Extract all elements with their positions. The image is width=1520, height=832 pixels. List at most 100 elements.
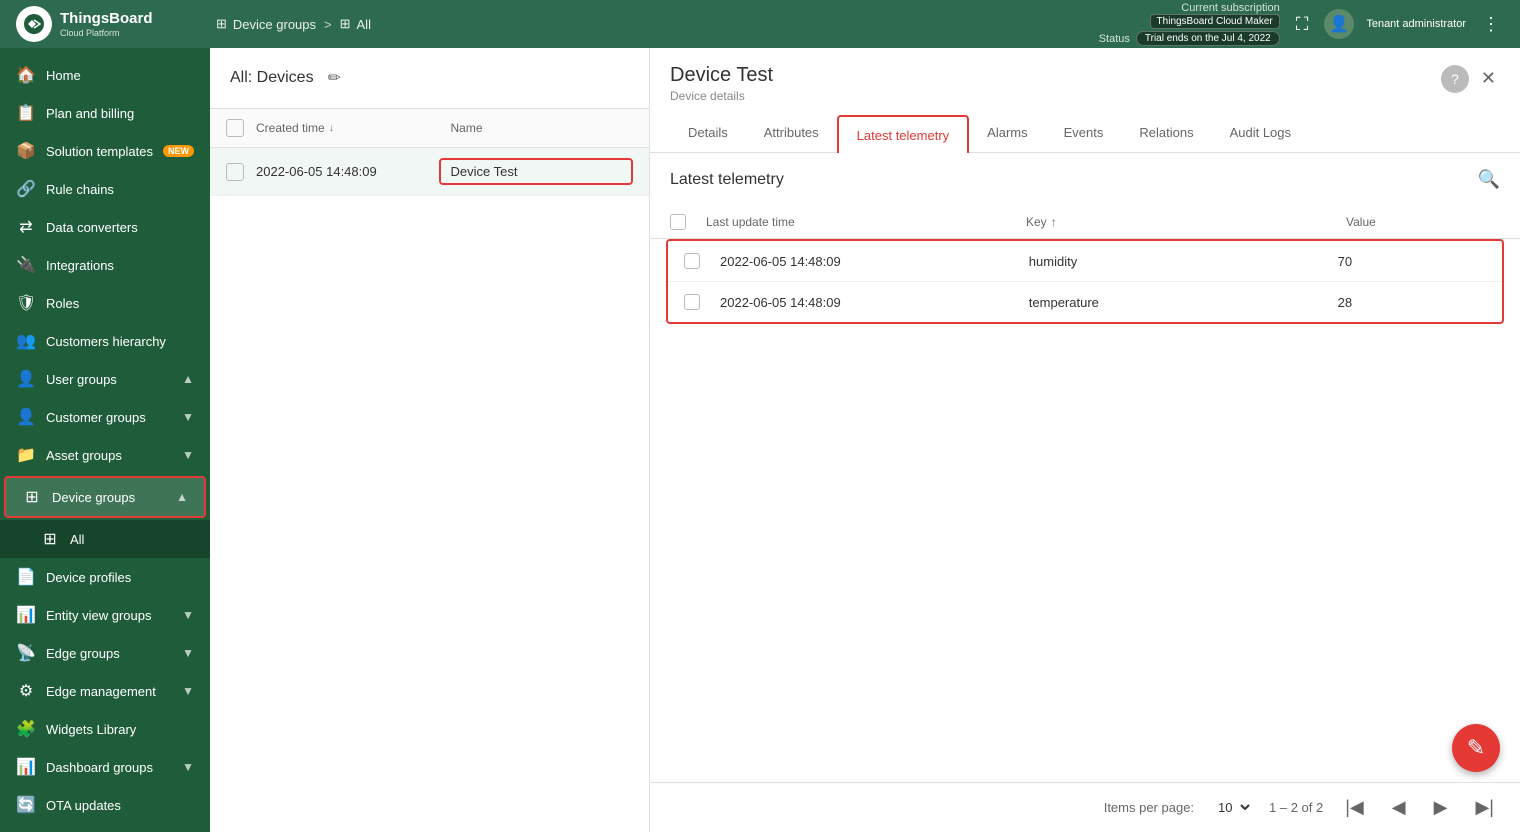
dashboard-groups-label: Dashboard groups xyxy=(46,760,172,775)
sidebar-item-home[interactable]: 🏠 Home xyxy=(0,56,210,94)
sidebar-item-solution-templates[interactable]: 📦 Solution templates NEW xyxy=(0,132,210,170)
logo-area: ThingsBoard Cloud Platform xyxy=(16,6,216,42)
tel-select-all-checkbox[interactable] xyxy=(670,214,686,230)
solution-templates-label: Solution templates xyxy=(46,144,153,159)
first-page-button[interactable]: |◀ xyxy=(1339,795,1370,820)
tel-value-1: 70 xyxy=(1338,254,1486,269)
sidebar-item-device-groups[interactable]: ⊞ Device groups ▲ xyxy=(4,476,206,518)
tel-row-check-2[interactable] xyxy=(684,294,708,310)
telemetry-row[interactable]: 2022-06-05 14:48:09 temperature 28 xyxy=(668,282,1502,322)
sidebar-item-edge-groups[interactable]: 📡 Edge groups ▼ xyxy=(0,634,210,672)
home-icon: 🏠 xyxy=(16,65,36,85)
detail-header: Device Test Device details ? ✕ Details A… xyxy=(650,48,1520,153)
device-list-panel: All: Devices ✏ Created time ↓ Name 2022-… xyxy=(210,48,650,832)
col-key-header: Key ↑ xyxy=(1026,215,1334,229)
row-checkbox[interactable] xyxy=(226,163,244,181)
tab-events[interactable]: Events xyxy=(1046,115,1122,152)
table-row[interactable]: 2022-06-05 14:48:09 Device Test xyxy=(210,148,649,196)
asset-groups-icon: 📁 xyxy=(16,445,36,465)
detail-title-row: Device Test Device details ? ✕ xyxy=(670,64,1500,103)
avatar[interactable]: 👤 xyxy=(1324,9,1354,39)
rule-chains-icon: 🔗 xyxy=(16,179,36,199)
asset-groups-label: Asset groups xyxy=(46,448,172,463)
sidebar-item-entity-view-groups[interactable]: 📊 Entity view groups ▼ xyxy=(0,596,210,634)
asset-groups-arrow: ▼ xyxy=(182,448,194,462)
plan-billing-label: Plan and billing xyxy=(46,106,194,121)
main-layout: 🏠 Home 📋 Plan and billing 📦 Solution tem… xyxy=(0,48,1520,832)
per-page-select[interactable]: 10 25 50 xyxy=(1210,797,1253,818)
tab-alarms[interactable]: Alarms xyxy=(969,115,1045,152)
user-groups-icon: 👤 xyxy=(16,369,36,389)
sidebar-item-dashboard-groups[interactable]: 📊 Dashboard groups ▼ xyxy=(0,748,210,786)
fullscreen-button[interactable]: ⛶ xyxy=(1292,10,1313,39)
telemetry-select-all[interactable] xyxy=(670,214,694,230)
roles-icon: 🛡 xyxy=(16,293,36,313)
home-label: Home xyxy=(46,68,194,83)
detail-subtitle: Device details xyxy=(670,89,773,103)
device-detail-panel: Device Test Device details ? ✕ Details A… xyxy=(650,48,1520,832)
next-page-button[interactable]: ▶ xyxy=(1428,795,1454,820)
tel-key-2: temperature xyxy=(1029,295,1326,310)
sidebar-item-widgets-library[interactable]: 🧩 Widgets Library xyxy=(0,710,210,748)
breadcrumb-device-groups[interactable]: ⊞ Device groups xyxy=(216,16,316,32)
edit-fab-button[interactable]: ✎ xyxy=(1452,724,1500,772)
cell-created: 2022-06-05 14:48:09 xyxy=(256,164,427,179)
device-groups-arrow: ▲ xyxy=(176,490,188,504)
device-table: Created time ↓ Name 2022-06-05 14:48:09 … xyxy=(210,109,649,832)
telemetry-title: Latest telemetry xyxy=(670,171,1478,189)
data-converters-label: Data converters xyxy=(46,220,194,235)
sidebar-item-edge-management[interactable]: ⚙ Edge management ▼ xyxy=(0,672,210,710)
status-label: Status xyxy=(1099,33,1130,45)
content-area: All: Devices ✏ Created time ↓ Name 2022-… xyxy=(210,48,1520,832)
tab-relations[interactable]: Relations xyxy=(1121,115,1211,152)
sidebar-item-integrations[interactable]: 🔌 Integrations xyxy=(0,246,210,284)
sidebar-item-user-groups[interactable]: 👤 User groups ▲ xyxy=(0,360,210,398)
tel-checkbox-2[interactable] xyxy=(684,294,700,310)
pagination-info: 1 – 2 of 2 xyxy=(1269,800,1323,815)
breadcrumb-all[interactable]: ⊞ All xyxy=(340,16,371,32)
sidebar-item-customers-hierarchy[interactable]: 👥 Customers hierarchy xyxy=(0,322,210,360)
help-button[interactable]: ? xyxy=(1441,65,1469,93)
device-groups-all-label: All xyxy=(70,532,194,547)
menu-button[interactable]: ⋮ xyxy=(1478,10,1504,39)
prev-page-button[interactable]: ◀ xyxy=(1386,795,1412,820)
logo-sub: Cloud Platform xyxy=(60,28,153,39)
top-header: ThingsBoard Cloud Platform ⊞ Device grou… xyxy=(0,0,1520,48)
integrations-label: Integrations xyxy=(46,258,194,273)
tab-latest-telemetry[interactable]: Latest telemetry xyxy=(837,115,970,153)
telemetry-row[interactable]: 2022-06-05 14:48:09 humidity 70 xyxy=(668,241,1502,282)
sidebar-item-device-profiles[interactable]: 📄 Device profiles xyxy=(0,558,210,596)
entity-view-groups-arrow: ▼ xyxy=(182,608,194,622)
ota-updates-icon: 🔄 xyxy=(16,795,36,815)
tab-attributes[interactable]: Attributes xyxy=(746,115,837,152)
customers-hierarchy-icon: 👥 xyxy=(16,331,36,351)
col-name-header: Name xyxy=(451,121,634,135)
sidebar-item-scheduler[interactable]: 📅 Scheduler xyxy=(0,824,210,832)
last-page-button[interactable]: ▶| xyxy=(1469,795,1500,820)
sidebar-item-asset-groups[interactable]: 📁 Asset groups ▼ xyxy=(0,436,210,474)
sidebar-item-data-converters[interactable]: ⇄ Data converters xyxy=(0,208,210,246)
rule-chains-label: Rule chains xyxy=(46,182,194,197)
tel-row-check-1[interactable] xyxy=(684,253,708,269)
sidebar-item-customer-groups[interactable]: 👤 Customer groups ▼ xyxy=(0,398,210,436)
widgets-library-label: Widgets Library xyxy=(46,722,194,737)
close-button[interactable]: ✕ xyxy=(1477,64,1500,93)
sidebar-item-plan-billing[interactable]: 📋 Plan and billing xyxy=(0,94,210,132)
sidebar-item-roles[interactable]: 🛡 Roles xyxy=(0,284,210,322)
detail-title-area: Device Test Device details xyxy=(670,64,773,103)
tel-checkbox-1[interactable] xyxy=(684,253,700,269)
user-groups-arrow: ▲ xyxy=(182,372,194,386)
select-all-checkbox[interactable] xyxy=(226,119,244,137)
sidebar-item-ota-updates[interactable]: 🔄 OTA updates xyxy=(0,786,210,824)
logo-icon xyxy=(16,6,52,42)
device-groups-icon: ⊞ xyxy=(216,16,227,32)
user-groups-label: User groups xyxy=(46,372,172,387)
customer-groups-icon: 👤 xyxy=(16,407,36,427)
tab-audit-logs[interactable]: Audit Logs xyxy=(1212,115,1309,152)
tab-details[interactable]: Details xyxy=(670,115,746,152)
panel-edit-button[interactable]: ✏ xyxy=(324,64,345,92)
sidebar-item-rule-chains[interactable]: 🔗 Rule chains xyxy=(0,170,210,208)
sidebar-item-device-groups-all[interactable]: ⊞ All xyxy=(0,520,210,558)
breadcrumb: ⊞ Device groups > ⊞ All xyxy=(216,16,1099,32)
telemetry-search-button[interactable]: 🔍 xyxy=(1478,169,1500,190)
